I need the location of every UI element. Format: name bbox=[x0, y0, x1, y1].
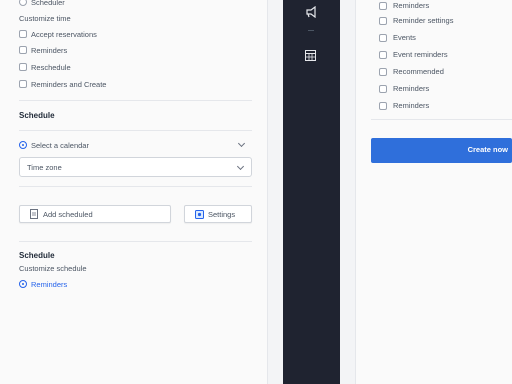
reminder-label: Reminder settings bbox=[393, 16, 454, 25]
reminder-label: Event reminders bbox=[393, 50, 448, 59]
option-label: Reminders and Create bbox=[31, 80, 107, 89]
calendar-icon[interactable] bbox=[305, 50, 316, 61]
option-checkbox[interactable] bbox=[19, 30, 27, 38]
option-checkbox[interactable] bbox=[19, 63, 27, 71]
reminder-label: Reminders bbox=[393, 84, 430, 93]
section-heading: Schedule bbox=[19, 111, 55, 120]
rail-separator bbox=[308, 30, 314, 31]
reminder-label: Reminders bbox=[393, 101, 430, 110]
divider bbox=[371, 119, 512, 120]
create-button[interactable]: Create now bbox=[371, 138, 512, 163]
reminder-checkbox[interactable] bbox=[379, 68, 387, 76]
option-label: Accept reservations bbox=[31, 30, 97, 39]
timezone-select-value: Time zone bbox=[27, 163, 62, 172]
reminder-checkbox[interactable] bbox=[379, 85, 387, 93]
reminders-link[interactable]: Reminders bbox=[31, 279, 67, 290]
option-checkbox[interactable] bbox=[19, 46, 27, 54]
divider bbox=[19, 241, 252, 242]
add-scheduled-button[interactable]: Add scheduled bbox=[19, 205, 171, 223]
calendar-select-label[interactable]: Select a calendar bbox=[31, 140, 89, 151]
scheduler-label: Scheduler bbox=[31, 0, 65, 7]
reminder-label: Recommended bbox=[393, 67, 444, 76]
settings-icon bbox=[195, 210, 204, 219]
reminder-checkbox[interactable] bbox=[379, 34, 387, 42]
calendar-radio[interactable] bbox=[19, 141, 27, 149]
divider bbox=[19, 186, 252, 187]
section-heading: Schedule bbox=[19, 251, 55, 260]
settings-label: Settings bbox=[208, 210, 236, 219]
reminder-checkbox[interactable] bbox=[379, 17, 387, 25]
add-scheduled-label: Add scheduled bbox=[43, 210, 93, 219]
option-label: Reminders bbox=[31, 46, 68, 55]
chevron-down-icon bbox=[236, 162, 245, 171]
info-icon bbox=[19, 280, 27, 288]
section-subtitle: Customize schedule bbox=[19, 264, 87, 273]
reminder-label: Reminders bbox=[393, 1, 430, 10]
option-checkbox[interactable] bbox=[19, 80, 27, 88]
document-icon bbox=[30, 209, 38, 219]
option-label: Reschedule bbox=[31, 63, 71, 72]
reminder-checkbox[interactable] bbox=[379, 102, 387, 110]
timezone-select[interactable]: Time zone bbox=[19, 157, 252, 177]
reminder-label: Events bbox=[393, 33, 416, 42]
settings-panel bbox=[0, 0, 268, 384]
icon-rail bbox=[283, 0, 340, 384]
panel-subtitle: Customize time bbox=[19, 14, 71, 23]
divider bbox=[19, 130, 252, 131]
megaphone-icon[interactable] bbox=[305, 6, 317, 18]
settings-button[interactable]: Settings bbox=[184, 205, 252, 223]
reminder-checkbox[interactable] bbox=[379, 51, 387, 59]
reminder-checkbox[interactable] bbox=[379, 2, 387, 10]
divider bbox=[19, 100, 252, 101]
create-button-label: Create now bbox=[467, 145, 508, 154]
